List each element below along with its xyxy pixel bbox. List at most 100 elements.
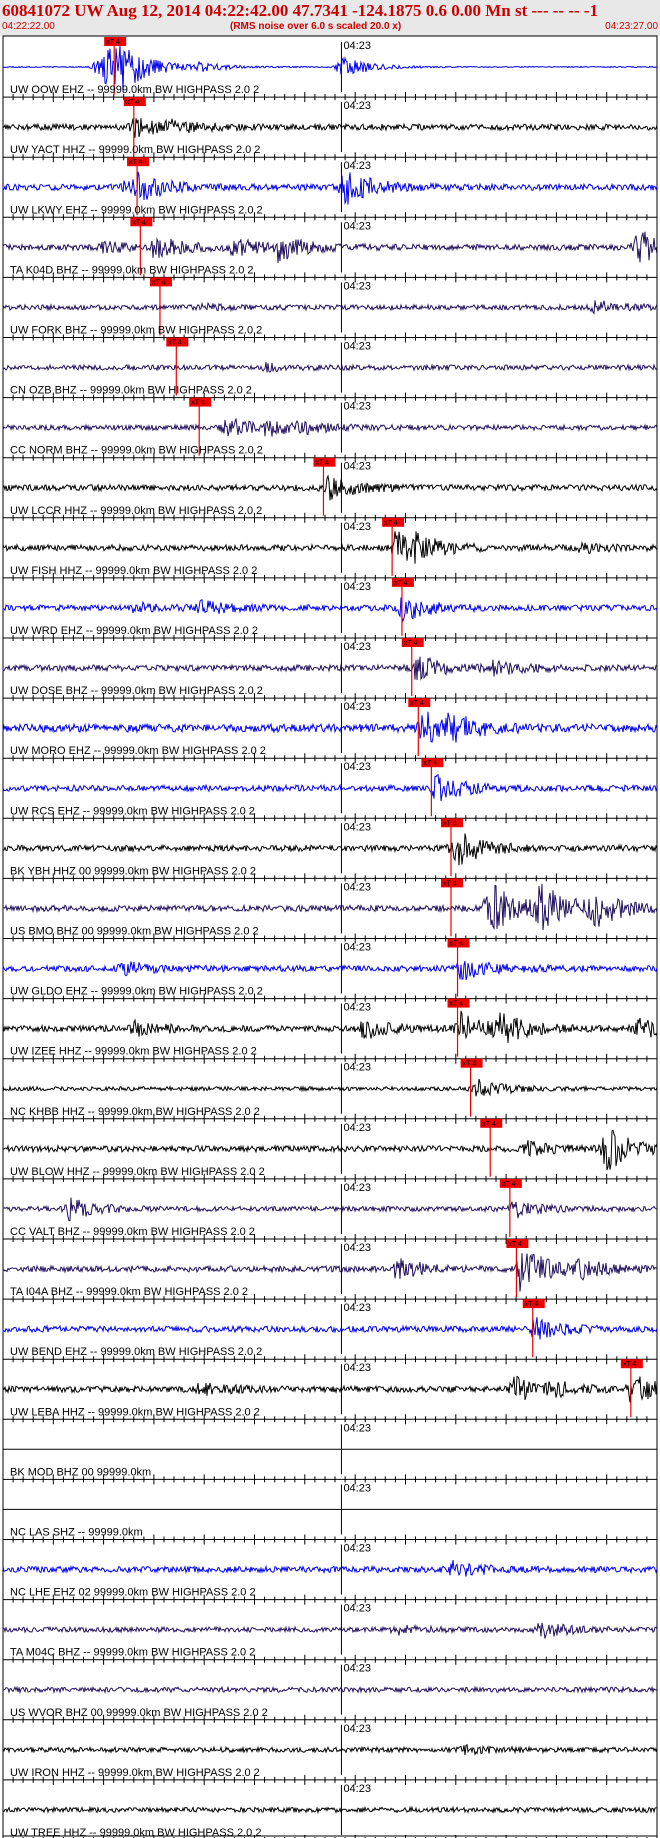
pick-label: xT 4 (168, 340, 182, 347)
pick-label: xT 4 (502, 1181, 516, 1188)
pick-label: xT 4 (525, 1301, 539, 1308)
pick-label: xT 4 (404, 640, 418, 647)
station-label: NC LAS SHZ -- 99999.0km (10, 1527, 143, 1539)
minute-label: 04:23 (343, 761, 371, 773)
waveform (2, 711, 658, 743)
station-label: UW BEND EHZ -- 99999.0km BW HIGHPASS 2.0… (10, 1346, 262, 1358)
station-label: BK MOD BHZ 00 99999.0km (10, 1466, 151, 1478)
minute-label: 04:23 (343, 280, 371, 292)
minute-label: 04:23 (343, 1723, 371, 1735)
waveform (2, 1010, 658, 1043)
station-label: US BMO BHZ 00 99999.0km BW HIGHPASS 2.0 … (10, 926, 259, 938)
waveform (2, 1197, 658, 1222)
minute-label: 04:23 (343, 1302, 371, 1314)
minute-label: 04:23 (343, 1422, 371, 1434)
minute-label: 04:23 (343, 1062, 371, 1074)
minute-label: 04:23 (343, 1663, 371, 1675)
minute-label: 04:23 (343, 220, 371, 232)
station-label: TA I04A BHZ -- 99999.0km BW HIGHPASS 2.0… (10, 1286, 248, 1298)
waveform (2, 773, 658, 801)
pick-label: xT 4 (152, 279, 166, 286)
pick-label: xT 4 (129, 159, 143, 166)
pick-label: xT 4 (132, 219, 146, 226)
station-label: TA K04D BHZ -- 99999.0km BW HIGHPASS 2.0… (10, 264, 254, 276)
minute-label: 04:23 (343, 1603, 371, 1615)
station-label: UW TREE HHZ -- 99999.0km BW HIGHPASS 2.0… (10, 1827, 261, 1838)
pick-label: xT 4 (482, 1121, 496, 1128)
minute-label: 04:23 (343, 1002, 371, 1014)
seismogram-panel: 04:23 xT 4 UW OOW EHZ -- 99999.0km BW HIGH… (2, 35, 658, 1838)
waveform (2, 1805, 658, 1815)
waveform (2, 1685, 658, 1695)
waveform (2, 1078, 658, 1097)
pick-label: xT 4 (463, 1061, 477, 1068)
pick-label: xT 4 (106, 39, 120, 46)
station-label: UW FORK BHZ -- 99999.0km BW HIGHPASS 2.0… (10, 325, 262, 337)
station-label: NC LHE EHZ 02 99999.0km BW HIGHPASS 2.0 … (10, 1587, 256, 1599)
minute-label: 04:23 (343, 1543, 371, 1555)
station-label: CN OZB BHZ -- 99999.0km BW HIGHPASS 2.0 … (10, 385, 252, 397)
station-label: UW GLDO EHZ -- 99999.0km BW HIGHPASS 2.0… (10, 986, 263, 998)
pick-label: xT 4 (126, 99, 140, 106)
waveform (2, 118, 658, 138)
minute-label: 04:23 (343, 521, 371, 533)
station-label: UW LCCR HHZ -- 99999.0km BW HIGHPASS 2.0… (10, 505, 262, 517)
minute-label: 04:23 (343, 641, 371, 653)
pick-label: xT 4 (410, 700, 424, 707)
pick-label: xT 4 (384, 520, 398, 527)
pick-label: xT 4 (191, 400, 205, 407)
station-label: UW YACT HHZ -- 99999.0km BW HIGHPASS 2.0… (10, 144, 260, 156)
waveform (2, 171, 658, 205)
waveform (2, 1375, 658, 1403)
waveform (2, 1129, 658, 1171)
minute-label: 04:23 (343, 1242, 371, 1254)
station-label: UW LEBA HHZ -- 99999.0km BW HIGHPASS 2.0… (10, 1406, 260, 1418)
waveform (2, 300, 658, 315)
waveform (2, 960, 658, 980)
station-label: UW IRON HHZ -- 99999.0km BW HIGHPASS 2.0… (10, 1767, 260, 1779)
minute-label: 04:23 (343, 461, 371, 473)
pick-label: xT 4 (315, 460, 329, 467)
minute-label: 04:23 (343, 881, 371, 893)
waveform (2, 1560, 658, 1577)
minute-label: 04:23 (343, 160, 371, 172)
waveform (2, 1317, 658, 1340)
helicorder-page: 60841072 UW Aug 12, 2014 04:22:42.00 47.… (0, 0, 660, 1838)
station-label: CC NORM BHZ -- 99999.0km BW HIGHPASS 2.0… (10, 445, 263, 457)
waveform (2, 1622, 658, 1639)
station-label: UW LKWY EHZ -- 99999.0km BW HIGHPASS 2.0… (10, 204, 263, 216)
pick-label: xT 4 (450, 941, 464, 948)
minute-label: 04:23 (343, 942, 371, 954)
minute-label: 04:23 (343, 341, 371, 353)
pick-label: xT 4 (443, 820, 457, 827)
minute-label: 04:23 (343, 40, 371, 52)
waveform (2, 656, 658, 681)
station-label: UW FISH HHZ -- 99999.0km BW HIGHPASS 2.0… (10, 565, 257, 577)
waveform (2, 418, 658, 437)
waveform (2, 597, 658, 623)
minute-label: 04:23 (343, 1482, 371, 1494)
minute-label: 04:23 (343, 821, 371, 833)
station-label: CC VALT BHZ -- 99999.0km BW HIGHPASS 2.0… (10, 1226, 255, 1238)
minute-label: 04:23 (343, 1362, 371, 1374)
waveform (2, 883, 658, 931)
waveform (2, 231, 658, 263)
waveform (2, 1743, 658, 1756)
station-label: UW IZEE HHZ -- 99999.0km BW HIGHPASS 2.0… (10, 1046, 257, 1058)
station-label: BK YBH HHZ 00 99999.0km BW HIGHPASS 2.0 … (10, 865, 256, 877)
pick-label: xT 4 (443, 880, 457, 887)
station-label: UW DOSE BHZ -- 99999.0km BW HIGHPASS 2.0… (10, 685, 263, 697)
pick-label: xT 4 (423, 760, 437, 767)
pick-label: xT 4 (450, 1001, 464, 1008)
station-label: TA M04C BHZ -- 99999.0km BW HIGHPASS 2.0… (10, 1647, 255, 1659)
station-label: UW OOW EHZ -- 99999.0km BW HIGHPASS 2.0 … (10, 84, 259, 96)
pick-label: xT 4 (394, 580, 408, 587)
pick-label: xT 4 (508, 1241, 522, 1248)
station-label: UW BLOW HHZ -- 99999.0km BW HIGHPASS 2.0… (10, 1166, 265, 1178)
waveform (2, 531, 658, 564)
minute-label: 04:23 (343, 581, 371, 593)
station-label: US WVOR BHZ 00 99999.0km BW HIGHPASS 2.0… (10, 1707, 268, 1719)
minute-label: 04:23 (343, 701, 371, 713)
minute-label: 04:23 (343, 1122, 371, 1134)
minute-label: 04:23 (343, 1182, 371, 1194)
